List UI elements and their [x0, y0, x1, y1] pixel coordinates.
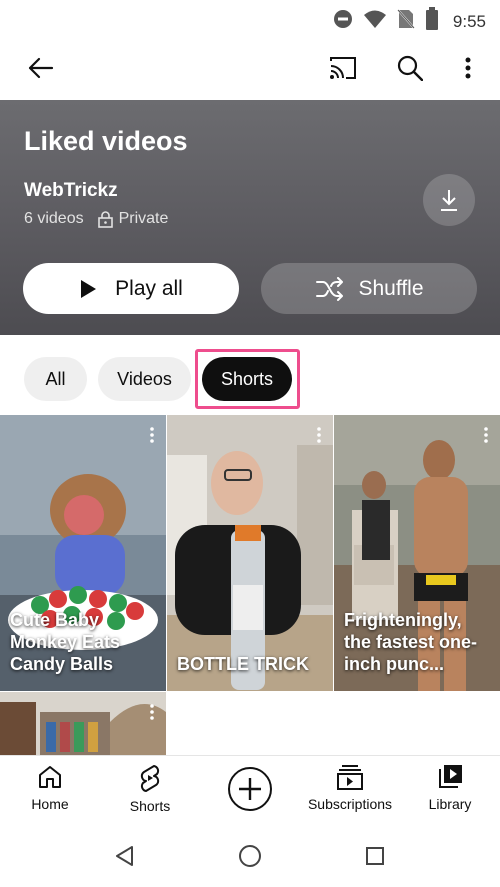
wifi-icon [363, 9, 387, 34]
shuffle-icon [315, 276, 343, 301]
short-item[interactable] [0, 692, 166, 756]
more-options-button[interactable] [450, 50, 486, 86]
play-icon [81, 279, 97, 298]
short-caption: Frighteningly, the fastest one-inch punc… [344, 610, 478, 674]
playlist-title: Liked videos [24, 126, 188, 156]
filter-chips: All Videos Shorts [0, 335, 500, 415]
play-all-button[interactable]: Play all [23, 263, 239, 314]
download-icon [441, 190, 457, 211]
short-item[interactable]: BOTTLE TRICK [167, 415, 333, 691]
video-count: 6 videos [24, 210, 84, 227]
short-more-icon[interactable] [150, 427, 154, 448]
subscriptions-icon [337, 765, 363, 790]
short-caption: BOTTLE TRICK [177, 654, 309, 674]
nav-library-label: Library [428, 796, 472, 812]
search-button[interactable] [392, 50, 428, 86]
system-back-button[interactable] [110, 841, 140, 871]
bottom-navigation: Home Shorts Subscriptions Library [0, 755, 500, 825]
short-item[interactable]: Frighteningly, the fastest one-inch punc… [334, 415, 500, 691]
shorts-icon [140, 765, 160, 792]
short-more-icon[interactable] [317, 427, 321, 448]
cast-icon [330, 57, 356, 79]
chip-videos[interactable]: Videos [98, 357, 191, 401]
system-home-icon [239, 845, 261, 867]
playlist-owner[interactable]: WebTrickz [24, 180, 118, 202]
system-recents-button[interactable] [360, 841, 390, 871]
nav-create[interactable] [200, 766, 300, 812]
battery-icon [425, 7, 439, 36]
no-sim-icon [397, 8, 415, 35]
playlist-meta: 6 videos Private [24, 210, 168, 228]
shuffle-label: Shuffle [358, 276, 424, 300]
privacy-label: Private [118, 210, 169, 227]
home-icon [39, 766, 61, 788]
short-thumbnail [0, 692, 166, 756]
library-icon [439, 765, 462, 788]
nav-home[interactable]: Home [0, 764, 100, 812]
annotation-highlight-box [195, 349, 300, 409]
system-home-button[interactable] [235, 841, 265, 871]
back-arrow-icon [28, 57, 54, 79]
chip-all[interactable]: All [24, 357, 87, 401]
cast-button[interactable] [325, 50, 361, 86]
lock-icon [97, 210, 113, 228]
short-item[interactable]: Cute Baby Monkey Eats Candy Balls [0, 415, 166, 691]
short-more-icon[interactable] [484, 427, 488, 448]
create-plus-icon [228, 767, 272, 811]
system-recents-icon [366, 847, 384, 865]
playlist-header: Liked videos WebTrickz 6 videos Private … [0, 100, 500, 335]
short-thumbnail [167, 415, 333, 691]
nav-library[interactable]: Library [400, 764, 500, 812]
shuffle-button[interactable]: Shuffle [261, 263, 477, 314]
more-vert-icon [465, 57, 471, 79]
nav-subscriptions-label: Subscriptions [307, 796, 393, 812]
system-navigation-bar [0, 825, 500, 887]
play-all-label: Play all [115, 276, 183, 300]
download-button[interactable] [423, 174, 475, 226]
search-icon [397, 55, 423, 81]
short-caption: Cute Baby Monkey Eats Candy Balls [10, 610, 121, 674]
nav-shorts-label: Shorts [129, 798, 171, 814]
top-app-bar [0, 36, 500, 100]
short-more-icon[interactable] [150, 704, 154, 725]
do-not-disturb-icon [333, 9, 353, 34]
status-bar: 9:55 [0, 0, 500, 36]
back-button[interactable] [22, 50, 58, 86]
clock-time: 9:55 [452, 11, 486, 31]
system-back-icon [116, 846, 133, 866]
nav-subscriptions[interactable]: Subscriptions [300, 764, 400, 812]
nav-home-label: Home [31, 796, 69, 812]
nav-shorts[interactable]: Shorts [100, 764, 200, 814]
